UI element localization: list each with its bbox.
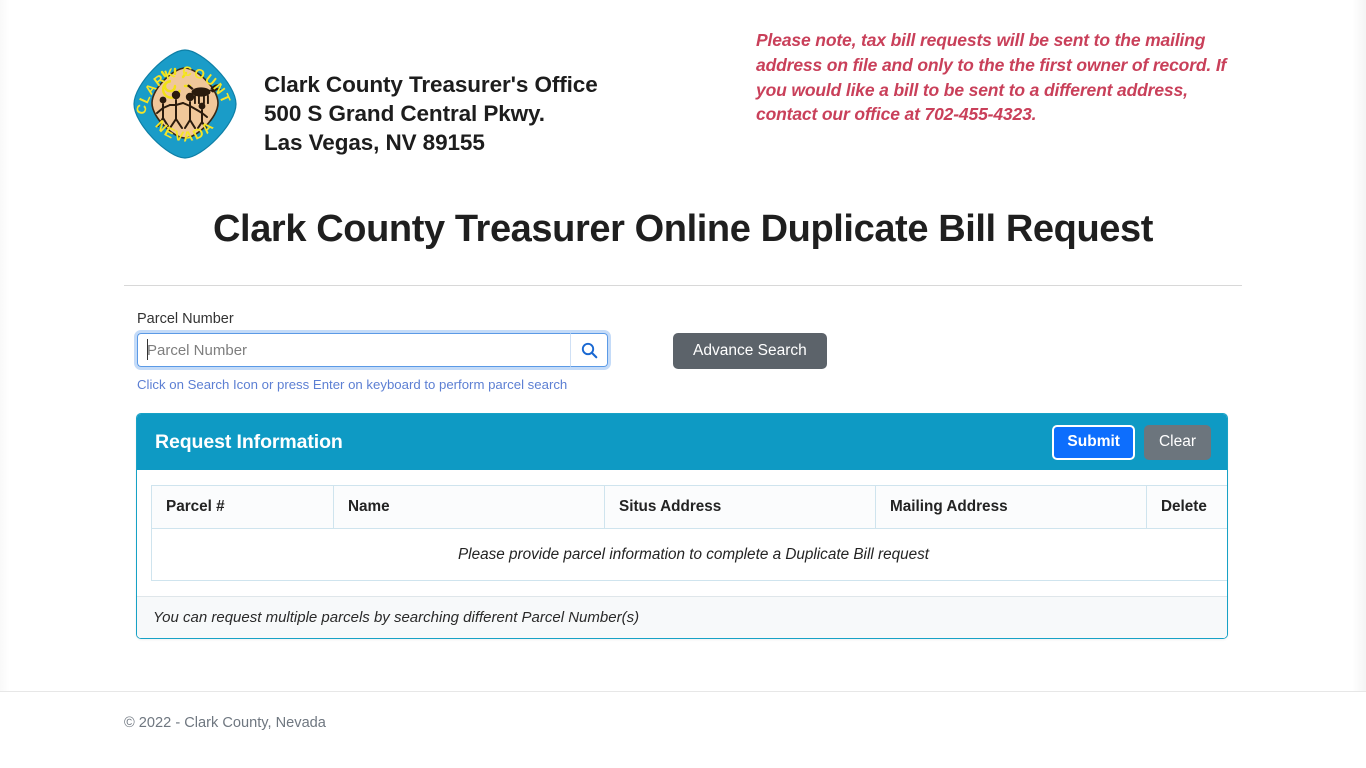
card-header-actions: Submit Clear [1052,424,1211,460]
card-title: Request Information [155,430,343,453]
page-edge-shadow-right [1352,0,1366,768]
masthead: CLARK COUNTY NEVADA Clark County Treasur… [124,0,1242,176]
card-header: Request Information Submit Clear [137,414,1227,470]
content-container: CLARK COUNTY NEVADA Clark County Treasur… [124,0,1242,639]
search-hint-text: Click on Search Icon or press Enter on k… [137,377,568,392]
page-root: CLARK COUNTY NEVADA Clark County Treasur… [0,0,1366,768]
footer-copyright: © 2022 - Clark County, Nevada [124,715,326,731]
search-icon-button[interactable] [570,333,608,367]
title-divider [124,285,1242,286]
request-table: Parcel # Name Situs Address Mailing Addr… [151,485,1227,581]
advance-search-button[interactable]: Advance Search [673,333,827,369]
mailing-notice: Please note, tax bill requests will be s… [756,30,1227,125]
column-header-mailing-address: Mailing Address [875,485,1147,529]
card-footer-note: You can request multiple parcels by sear… [137,596,1227,638]
table-empty-row: Please provide parcel information to com… [151,528,1227,581]
column-header-situs-address: Situs Address [604,485,876,529]
office-address-block: Clark County Treasurer's Office 500 S Gr… [264,46,598,157]
column-header-parcel: Parcel # [151,485,334,529]
search-icon [581,342,597,358]
column-header-delete: Delete [1146,485,1227,529]
parcel-search-section: Parcel Number Advance Search [124,294,1242,393]
card-footer-wrap: You can request multiple parcels by sear… [137,596,1227,638]
office-city-state-zip: Las Vegas, NV 89155 [264,130,485,155]
request-table-head: Parcel # Name Situs Address Mailing Addr… [151,485,1227,529]
parcel-number-input[interactable] [137,333,570,367]
column-header-name: Name [333,485,605,529]
request-table-body: Please provide parcel information to com… [151,528,1227,581]
office-name: Clark County Treasurer's Office [264,72,598,97]
clear-button[interactable]: Clear [1143,424,1211,460]
card-body: Parcel # Name Situs Address Mailing Addr… [137,470,1227,638]
page-edge-shadow-left [0,0,10,768]
office-street: 500 S Grand Central Pkwy. [264,101,545,126]
county-seal-icon: CLARK COUNTY NEVADA [132,48,237,159]
request-information-card: Request Information Submit Clear Parcel … [136,413,1228,639]
site-footer: © 2022 - Clark County, Nevada [0,691,1366,768]
table-header-row: Parcel # Name Situs Address Mailing Addr… [151,485,1227,529]
page-title: Clark County Treasurer Online Duplicate … [213,208,1153,250]
parcel-number-label: Parcel Number [137,311,234,327]
county-seal-logo: CLARK COUNTY NEVADA [132,48,238,160]
parcel-search-group [134,330,611,370]
submit-button[interactable]: Submit [1052,424,1135,460]
search-row: Advance Search [134,330,1242,370]
empty-state-message: Please provide parcel information to com… [151,528,1227,581]
text-caret [147,339,148,360]
